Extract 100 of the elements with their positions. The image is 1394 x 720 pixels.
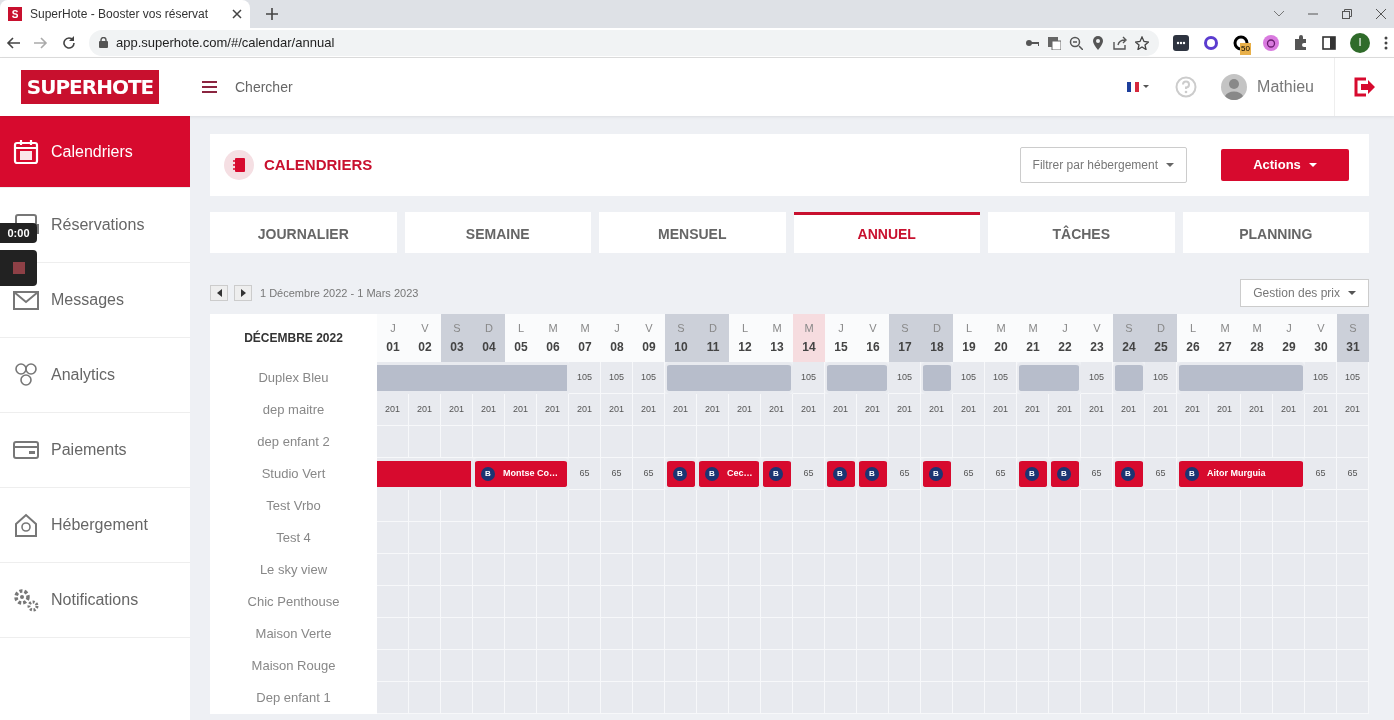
blocked-period[interactable] xyxy=(1113,362,1145,394)
booking-bar[interactable]: B xyxy=(921,458,953,490)
menu-icon[interactable] xyxy=(202,81,217,93)
blocked-period[interactable] xyxy=(665,362,793,394)
price-cell[interactable]: 201 xyxy=(921,394,953,426)
booking-bar[interactable]: B xyxy=(761,458,793,490)
view-tab[interactable]: TÂCHES xyxy=(988,212,1175,253)
price-cell[interactable]: 201 xyxy=(1113,394,1145,426)
share-icon[interactable] xyxy=(1113,35,1127,50)
price-cell[interactable]: 65 xyxy=(569,458,601,490)
price-cell[interactable]: 65 xyxy=(1305,458,1337,490)
view-tab[interactable]: JOURNALIER xyxy=(210,212,397,253)
price-cell[interactable]: 201 xyxy=(1145,394,1177,426)
booking-bar[interactable]: B xyxy=(665,458,697,490)
price-cell[interactable]: 201 xyxy=(1049,394,1081,426)
user-name[interactable]: Mathieu xyxy=(1257,75,1314,99)
actions-button[interactable]: Actions xyxy=(1221,149,1349,181)
price-cell[interactable]: 105 xyxy=(1081,362,1113,394)
price-cell[interactable]: 105 xyxy=(985,362,1017,394)
side-panel-icon[interactable] xyxy=(1322,35,1336,50)
price-cell[interactable]: 65 xyxy=(1337,458,1369,490)
price-cell[interactable]: 201 xyxy=(761,394,793,426)
price-cell[interactable]: 201 xyxy=(505,394,537,426)
browser-tab[interactable]: S SuperHote - Booster vos réservat xyxy=(0,0,250,28)
booking-bar[interactable]: B xyxy=(1049,458,1081,490)
extension-icon[interactable] xyxy=(1173,34,1189,51)
close-icon[interactable] xyxy=(1376,9,1386,19)
chevron-down-icon[interactable] xyxy=(1274,11,1284,17)
blocked-period[interactable] xyxy=(1017,362,1081,394)
blocked-period[interactable] xyxy=(1177,362,1305,394)
price-cell[interactable]: 201 xyxy=(889,394,921,426)
price-cell[interactable]: 201 xyxy=(953,394,985,426)
price-cell[interactable]: 201 xyxy=(1273,394,1305,426)
booking-bar[interactable]: B Montse Co… xyxy=(473,458,569,490)
location-pin-icon[interactable] xyxy=(1091,35,1105,50)
price-cell[interactable]: 201 xyxy=(857,394,889,426)
booking-bar[interactable]: B xyxy=(825,458,857,490)
price-menu-dropdown[interactable]: Gestion des prix xyxy=(1240,279,1369,307)
price-cell[interactable]: 201 xyxy=(441,394,473,426)
sidebar-item[interactable]: Calendriers xyxy=(0,116,190,188)
star-icon[interactable] xyxy=(1135,35,1149,50)
price-cell[interactable]: 201 xyxy=(473,394,505,426)
profile-avatar[interactable]: I xyxy=(1350,32,1370,53)
booking-bar[interactable]: B xyxy=(1113,458,1145,490)
price-cell[interactable]: 201 xyxy=(1017,394,1049,426)
view-tab[interactable]: SEMAINE xyxy=(404,212,591,253)
user-avatar-icon[interactable] xyxy=(1221,74,1248,100)
price-cell[interactable]: 65 xyxy=(1145,458,1177,490)
view-tab[interactable]: ANNUEL xyxy=(793,212,980,253)
price-cell[interactable]: 201 xyxy=(601,394,633,426)
price-cell[interactable]: 201 xyxy=(377,394,409,426)
close-icon[interactable] xyxy=(232,9,242,19)
booking-bar[interactable]: B xyxy=(857,458,889,490)
blocked-period[interactable] xyxy=(825,362,889,394)
price-cell[interactable]: 201 xyxy=(537,394,569,426)
view-tab[interactable]: MENSUEL xyxy=(599,212,786,253)
price-cell[interactable]: 201 xyxy=(729,394,761,426)
booking-bar[interactable]: B xyxy=(1017,458,1049,490)
plus-icon[interactable] xyxy=(266,8,278,20)
price-cell[interactable]: 201 xyxy=(1081,394,1113,426)
address-bar[interactable]: app.superhote.com/#/calendar/annual xyxy=(89,29,1159,56)
price-cell[interactable]: 105 xyxy=(953,362,985,394)
forward-icon[interactable] xyxy=(34,36,48,49)
price-cell[interactable]: 65 xyxy=(633,458,665,490)
price-cell[interactable]: 201 xyxy=(697,394,729,426)
blocked-period[interactable] xyxy=(921,362,953,394)
power-icon[interactable] xyxy=(1263,34,1279,51)
stop-button[interactable] xyxy=(0,250,37,286)
price-cell[interactable]: 201 xyxy=(409,394,441,426)
view-tab[interactable]: PLANNING xyxy=(1182,212,1369,253)
price-cell[interactable]: 201 xyxy=(985,394,1017,426)
price-cell[interactable]: 105 xyxy=(1305,362,1337,394)
price-cell[interactable]: 201 xyxy=(1305,394,1337,426)
next-button[interactable] xyxy=(234,285,252,301)
extension-icon[interactable] xyxy=(1233,34,1249,51)
price-cell[interactable]: 65 xyxy=(985,458,1017,490)
price-cell[interactable]: 105 xyxy=(569,362,601,394)
price-cell[interactable]: 201 xyxy=(1177,394,1209,426)
price-cell[interactable]: 201 xyxy=(1209,394,1241,426)
logo[interactable]: SUPERHOTE xyxy=(20,70,160,104)
price-cell[interactable]: 105 xyxy=(633,362,665,394)
price-cell[interactable]: 105 xyxy=(1337,362,1369,394)
booking-bar[interactable]: B Cec… xyxy=(697,458,761,490)
filter-dropdown[interactable]: Filtrer par hébergement xyxy=(1019,147,1187,183)
booking-bar[interactable] xyxy=(377,458,473,490)
reload-icon[interactable] xyxy=(62,36,75,49)
search-link[interactable]: Chercher xyxy=(235,76,293,98)
restore-icon[interactable] xyxy=(1342,9,1352,19)
previous-button[interactable] xyxy=(210,285,228,301)
price-cell[interactable]: 65 xyxy=(1081,458,1113,490)
price-cell[interactable]: 201 xyxy=(793,394,825,426)
price-cell[interactable]: 201 xyxy=(1337,394,1369,426)
price-cell[interactable]: 201 xyxy=(665,394,697,426)
menu-icon[interactable] xyxy=(1384,35,1388,50)
price-cell[interactable]: 65 xyxy=(601,458,633,490)
price-cell[interactable]: 105 xyxy=(793,362,825,394)
flag-icon[interactable] xyxy=(1127,82,1152,92)
logout-icon[interactable] xyxy=(1353,77,1376,97)
minimize-icon[interactable] xyxy=(1308,13,1318,15)
price-cell[interactable]: 105 xyxy=(1145,362,1177,394)
